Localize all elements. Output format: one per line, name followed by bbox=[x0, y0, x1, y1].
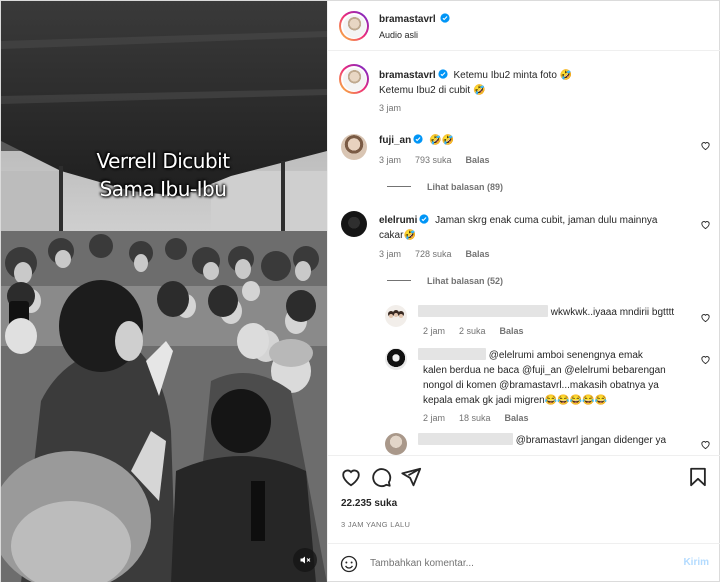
reply-button[interactable]: Balas bbox=[500, 326, 524, 336]
heart-icon[interactable] bbox=[340, 466, 362, 488]
caption-text-line1: Ketemu Ibu2 minta foto 🤣 bbox=[453, 70, 573, 81]
comment-time: 3 jam bbox=[379, 155, 402, 165]
reply-button[interactable]: Balas bbox=[505, 413, 529, 423]
replies-divider-line bbox=[387, 186, 411, 187]
caption-text-line2: Ketemu Ibu2 di cubit 🤣 bbox=[379, 85, 486, 96]
likes-count[interactable]: 22.235 suka bbox=[341, 498, 397, 509]
post-time: 3 JAM YANG LALU bbox=[341, 520, 411, 529]
bookmark-icon[interactable] bbox=[687, 466, 709, 488]
reply-text: wkwkwk..iyaaa mndirii bgtttt bbox=[550, 307, 675, 318]
reply-avatar[interactable] bbox=[385, 348, 407, 370]
reply-button[interactable]: Balas bbox=[466, 155, 490, 165]
post-header: bramastavrl Audio asli bbox=[328, 1, 720, 51]
caption-avatar[interactable] bbox=[339, 64, 369, 94]
reply-text: @bramastavrl jangan didenger ya bbox=[515, 435, 667, 446]
video-caption-line2: Sama Ibu-Ibu bbox=[99, 177, 227, 201]
reply-like-heart-icon[interactable] bbox=[700, 439, 711, 450]
reply-text-line3: nongol di komen @bramastavrl...makasih o… bbox=[423, 380, 659, 391]
reply-like-heart-icon[interactable] bbox=[700, 354, 711, 365]
video-frame bbox=[1, 1, 327, 582]
reply-text-line2: kalen berdua ne baca @fuji_an @elelrumi … bbox=[423, 365, 666, 376]
caption-time: 3 jam bbox=[379, 103, 402, 113]
comments-list: bramastavrl Ketemu Ibu2 minta foto 🤣 Ket… bbox=[328, 52, 720, 455]
commenter-avatar[interactable] bbox=[341, 211, 367, 237]
comment-input[interactable] bbox=[370, 553, 670, 573]
speaker-muted-icon bbox=[300, 556, 311, 564]
reply-like-heart-icon[interactable] bbox=[700, 312, 711, 323]
reply-avatar[interactable] bbox=[385, 433, 407, 455]
audio-label[interactable]: Audio asli bbox=[379, 30, 418, 40]
author-avatar[interactable] bbox=[339, 11, 369, 41]
share-icon[interactable] bbox=[400, 466, 422, 488]
view-replies-button[interactable]: Lihat balasan (52) bbox=[387, 276, 503, 286]
reply-time: 2 jam bbox=[423, 326, 446, 336]
comment-text: 🤣🤣 bbox=[429, 135, 454, 146]
reply-likes[interactable]: 18 suka bbox=[459, 413, 491, 423]
blurred-username bbox=[418, 433, 513, 445]
post-details-panel: bramastavrl Audio asli bramastavrl Ketem… bbox=[327, 1, 720, 581]
verified-badge-icon bbox=[419, 214, 429, 224]
blurred-username bbox=[418, 305, 548, 317]
caption-username[interactable]: bramastavrl bbox=[379, 70, 436, 81]
verified-badge-icon bbox=[413, 134, 423, 144]
instagram-post-view: Verrell Dicubit Sama Ibu-Ibu bramastavrl… bbox=[0, 0, 720, 582]
commenter-username[interactable]: fuji_an bbox=[379, 135, 411, 146]
replies-divider-line bbox=[387, 280, 411, 281]
commenter-username[interactable]: elelrumi bbox=[379, 215, 417, 226]
view-replies-button[interactable]: Lihat balasan (89) bbox=[387, 182, 503, 192]
comment-like-heart-icon[interactable] bbox=[700, 219, 711, 230]
add-comment-bar: Kirim bbox=[328, 543, 720, 582]
comment-likes[interactable]: 728 suka bbox=[415, 249, 452, 259]
comment-icon[interactable] bbox=[370, 466, 392, 488]
emoji-icon[interactable] bbox=[340, 555, 358, 573]
comment-text-line1: Jaman skrg enak cuma cubit, jaman dulu m… bbox=[435, 215, 658, 226]
reply-text-line1: @elelrumi amboi senengnya emak bbox=[488, 350, 643, 361]
reply-time: 2 jam bbox=[423, 413, 446, 423]
post-actions: 22.235 suka 3 JAM YANG LALU bbox=[328, 455, 720, 537]
view-replies-label: Lihat balasan (52) bbox=[427, 276, 504, 286]
verified-badge-icon bbox=[440, 13, 451, 23]
post-comment-button[interactable]: Kirim bbox=[683, 557, 709, 568]
view-replies-label: Lihat balasan (89) bbox=[427, 182, 504, 192]
reply-likes[interactable]: 2 suka bbox=[459, 326, 486, 336]
comment-likes[interactable]: 793 suka bbox=[415, 155, 452, 165]
reply-text-line4: kepala emak gk jadi migren😂😂😂😂😂 bbox=[423, 395, 607, 406]
blurred-username bbox=[418, 348, 486, 360]
comment-text-line2: cakar🤣 bbox=[379, 230, 416, 241]
author-username[interactable]: bramastavrl bbox=[379, 14, 436, 25]
verified-badge-icon bbox=[438, 69, 448, 79]
post-video[interactable]: Verrell Dicubit Sama Ibu-Ibu bbox=[1, 1, 327, 582]
video-caption-line1: Verrell Dicubit bbox=[96, 149, 230, 173]
volume-button[interactable] bbox=[293, 548, 317, 572]
commenter-avatar[interactable] bbox=[341, 134, 367, 160]
reply-button[interactable]: Balas bbox=[466, 249, 490, 259]
comment-time: 3 jam bbox=[379, 249, 402, 259]
reply-avatar[interactable] bbox=[385, 305, 407, 327]
avatar-image bbox=[388, 310, 404, 318]
comment-like-heart-icon[interactable] bbox=[700, 140, 711, 151]
